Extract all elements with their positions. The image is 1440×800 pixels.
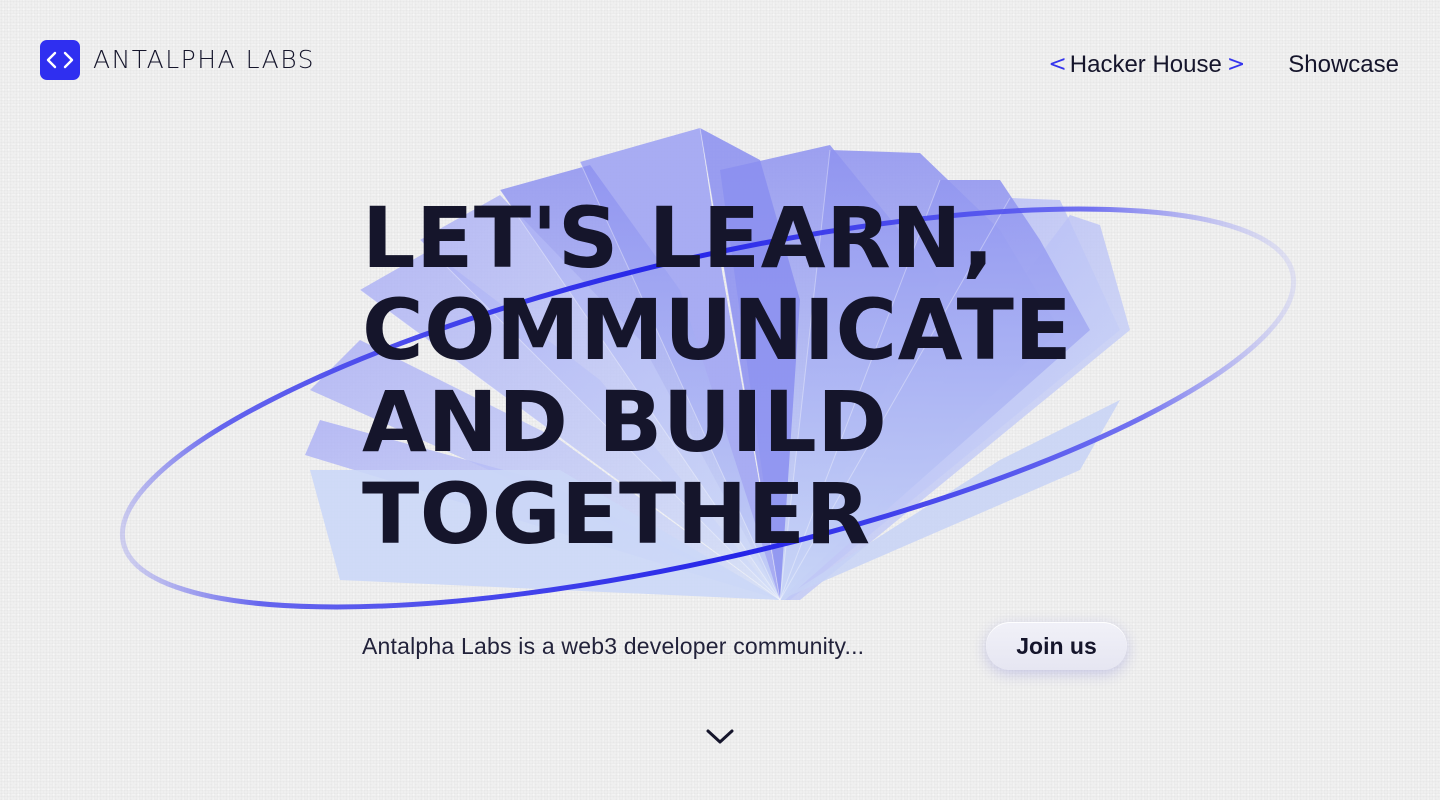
hero-headline: LET'S LEARN, COMMUNICATE AND BUILD TOGET… [362,192,1072,560]
headline-line: LET'S LEARN, [362,189,995,287]
scroll-down-button[interactable] [704,724,736,748]
chevron-down-icon [706,729,734,744]
nav-item-showcase[interactable]: Showcase [1288,50,1399,80]
nav-bracket-left: < [1048,52,1067,77]
code-brackets-icon [40,40,80,80]
headline-line: TOGETHER [362,465,871,563]
join-us-button[interactable]: Join us [986,622,1127,670]
nav-item-label: Hacker House [1069,51,1222,78]
hero-tagline: Antalpha Labs is a web3 developer commun… [362,633,865,659]
nav-bracket-right: > [1226,52,1246,77]
logo[interactable]: ANTALPHA LABS [40,40,315,80]
nav-item-label: Showcase [1288,51,1399,78]
logo-text: ANTALPHA LABS [93,45,315,74]
headline-line: COMMUNICATE [362,281,1073,379]
headline-line: AND BUILD [362,373,888,471]
top-nav: < Hacker House > Showcase [1048,50,1399,80]
nav-item-hacker-house[interactable]: < Hacker House > [1048,50,1245,80]
